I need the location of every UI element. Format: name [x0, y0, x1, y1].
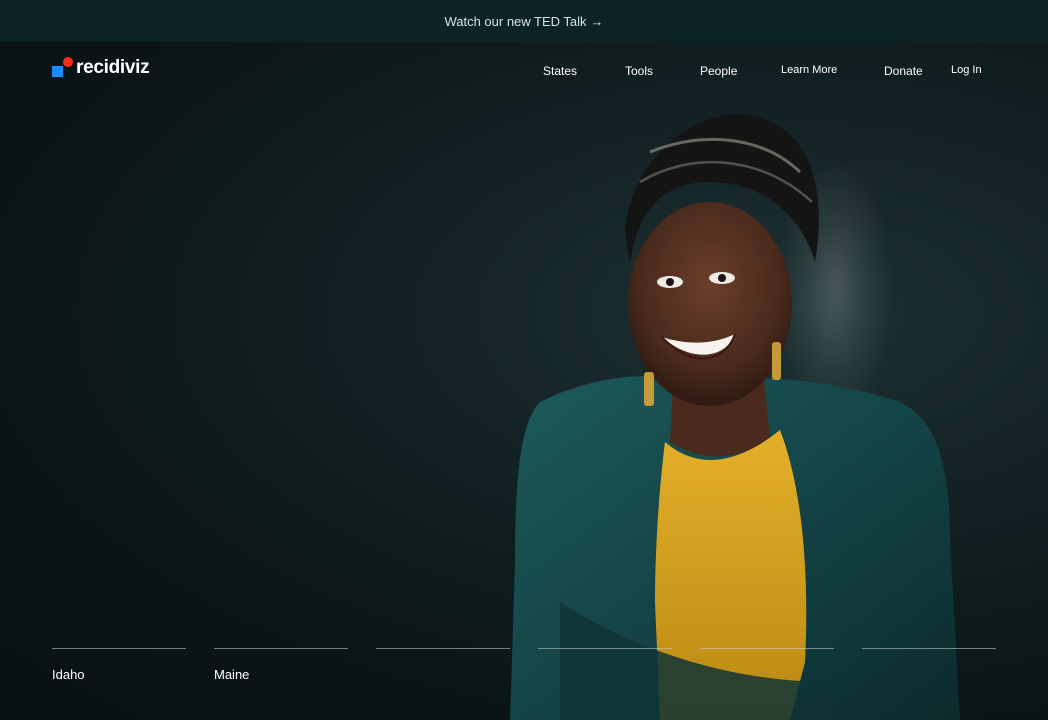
state-tab[interactable] [538, 648, 672, 688]
announcement-bar[interactable]: Watch our new TED Talk → [0, 0, 1048, 42]
state-label: Maine [214, 667, 250, 682]
nav-item-tools[interactable]: Tools [625, 64, 653, 78]
nav-item-states[interactable]: States [543, 64, 577, 78]
state-divider [862, 648, 996, 649]
state-divider [538, 648, 672, 649]
announcement-text: Watch our new TED Talk [444, 13, 587, 29]
state-divider [376, 648, 510, 649]
nav-item-log-in[interactable]: Log In [951, 64, 982, 76]
state-tab[interactable] [376, 648, 510, 688]
state-tab[interactable] [862, 648, 996, 688]
states-carousel: Idaho Maine [52, 648, 996, 688]
top-navigation: recidiviz States Tools People Learn More… [0, 42, 1048, 102]
state-tab-idaho[interactable]: Idaho [52, 648, 186, 688]
state-divider [700, 648, 834, 649]
nav-item-people[interactable]: People [700, 64, 737, 78]
state-label: Idaho [52, 667, 85, 682]
logo-mark-icon [52, 56, 73, 80]
recidiviz-logo[interactable]: recidiviz [52, 56, 150, 80]
arrow-right-icon: → [590, 13, 604, 29]
state-tab[interactable] [700, 648, 834, 688]
nav-item-learn-more[interactable]: Learn More [781, 64, 837, 76]
state-tab-maine[interactable]: Maine [214, 648, 348, 688]
state-divider [214, 648, 348, 649]
nav-item-donate[interactable]: Donate [884, 64, 923, 78]
hero-section [0, 42, 1048, 720]
state-divider [52, 648, 186, 649]
hero-portrait-image [510, 113, 960, 720]
logo-wordmark: recidiviz [76, 57, 150, 78]
